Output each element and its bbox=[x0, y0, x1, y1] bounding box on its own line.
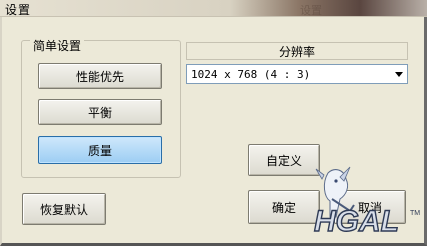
resolution-select[interactable]: 1024 x 768 (4 : 3) bbox=[186, 64, 408, 84]
dropdown-arrow-icon[interactable] bbox=[395, 72, 403, 77]
resolution-value: 1024 x 768 (4 : 3) bbox=[191, 67, 311, 81]
simple-settings-label: 简单设置 bbox=[30, 37, 85, 54]
balance-button[interactable]: 平衡 bbox=[38, 99, 162, 125]
custom-button[interactable]: 自定义 bbox=[248, 144, 320, 176]
restore-default-button[interactable]: 恢复默认 bbox=[22, 193, 106, 225]
title-bar[interactable]: 设置 设置 bbox=[0, 0, 427, 17]
cancel-button[interactable]: 取消 bbox=[334, 190, 406, 224]
title-background-text: 设置 bbox=[300, 4, 322, 17]
quality-button[interactable]: 质量 bbox=[38, 136, 162, 164]
settings-window: 设置 设置 简单设置 性能优先 平衡 质量 分辨率 1024 x 768 (4 … bbox=[0, 0, 427, 246]
resolution-header: 分辨率 bbox=[186, 42, 408, 60]
ok-button[interactable]: 确定 bbox=[248, 190, 320, 224]
performance-priority-button[interactable]: 性能优先 bbox=[38, 63, 162, 89]
window-title: 设置 bbox=[5, 3, 32, 17]
